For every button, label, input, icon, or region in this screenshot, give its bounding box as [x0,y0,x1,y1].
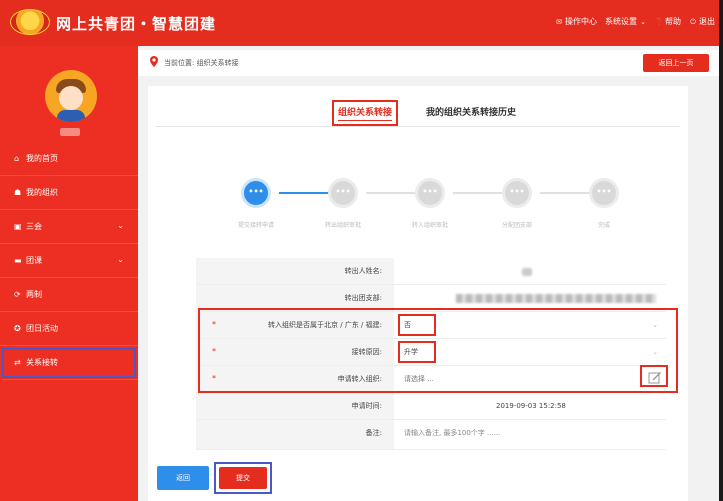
sidebar-item-two-systems[interactable]: ⟳ 两制 [0,278,138,312]
redacted-name [522,268,532,276]
step-submit-application: ••• 提交接转申请 [216,178,296,229]
required-fields-highlight [198,308,678,393]
sidebar-item-home[interactable]: ⌂ 我的首页 [0,142,138,176]
sidebar-item-label: 团日活动 [26,324,58,333]
folder-icon: ▬ [14,256,22,265]
avatar-face [59,86,83,110]
mail-icon: ✉ [556,17,562,26]
sidebar-item-lessons[interactable]: ▬ 团课 ⌄ [0,244,138,278]
sidebar-item-league-day[interactable]: ✪ 团日活动 [0,312,138,346]
tab-transfer-history[interactable]: 我的组织关系转接历史 [422,100,520,126]
reason-value-highlight [398,341,436,363]
sidebar-item-transfer[interactable]: ⇄ 关系接转 [0,346,138,380]
step-label: 转出组织审批 [324,222,361,229]
chevron-down-icon: ⌄ [117,221,124,230]
step-label: 完成 [597,222,610,229]
sidebar-item-label: 团课 [26,256,42,265]
step-dots-icon: ••• [241,178,271,208]
list-icon: ▣ [14,222,22,231]
step-dots-icon: ••• [415,178,445,208]
breadcrumb-bar: 当前位置: 组织关系转接 返回上一页 [138,50,723,76]
sidebar-item-label: 关系接转 [26,358,58,367]
window-edge [719,0,723,501]
avatar-body [57,110,85,122]
power-icon: ⏻ [690,17,696,26]
league-logo-icon [10,9,50,35]
step-complete: ••• 完成 [564,178,644,229]
help-link[interactable]: ❓ 帮助 [655,16,681,27]
region-value-highlight [398,314,436,336]
note-label: 备注: [196,420,394,449]
sidebar-nav: ⌂ 我的首页 ☗ 我的组织 ▣ 三会 ⌄ ▬ 团课 ⌄ ⟳ 两制 ✪ 团日活动 … [0,142,138,380]
people-icon: ☗ [14,188,22,197]
edit-icon [648,372,661,384]
step-out-org-approval: ••• 转出组织审批 [303,178,383,229]
progress-steps: ••• 提交接转申请 ••• 转出组织审批 ••• 转入组织审批 ••• 分配团… [226,178,626,238]
redacted-branch [456,294,656,303]
apply-time-label: 申请时间: [196,393,394,419]
ops-center-label: 操作中心 [565,17,597,26]
breadcrumb: 当前位置: 组织关系转接 [164,59,239,67]
step-label: 转入组织审批 [411,222,448,229]
refresh-icon: ⟳ [14,290,21,299]
chevron-down-icon: ⌄ [640,17,646,26]
form-row-time: 申请时间: 2019-09-03 15:2:58 [196,393,666,420]
avatar-username-redacted [60,128,80,136]
step-dots-icon: ••• [328,178,358,208]
top-header: 网上共青团・智慧团建 ✉ 操作中心 系统设置 ⌄ ❓ 帮助 ⏻ 退出 [0,0,723,46]
tab-divider [156,126,680,127]
back-to-previous-button[interactable]: 返回上一页 [643,54,709,72]
note-textarea[interactable]: 请输入备注, 最多100个字 ...... [404,420,500,449]
main-card: 组织关系转接 我的组织关系转接历史 ••• 提交接转申请 ••• 转出组织审批 … [148,86,688,501]
location-pin-icon [150,56,158,67]
form-row-out-person: 转出人姓名: [196,258,666,285]
chevron-down-icon: ⌄ [117,255,124,264]
sidebar-item-label: 我的首页 [26,154,58,163]
ops-center-link[interactable]: ✉ 操作中心 [555,16,597,27]
select-org-button[interactable] [640,365,668,387]
form-row-note: 备注: 请输入备注, 最多100个字 ...... [196,420,666,450]
system-settings-link[interactable]: 系统设置 ⌄ [605,16,647,27]
help-icon: ❓ [655,17,664,26]
activity-icon: ✪ [14,324,21,333]
apply-time-value: 2019-09-03 15:2:58 [496,402,566,410]
tab-org-transfer[interactable]: 组织关系转接 [332,100,399,126]
logout-label: 退出 [699,17,715,26]
sidebar-item-my-org[interactable]: ☗ 我的组织 [0,176,138,210]
sidebar-item-meetings[interactable]: ▣ 三会 ⌄ [0,210,138,244]
sidebar-item-label: 三会 [26,222,42,231]
step-assign-branch: ••• 分配团支部 [477,178,557,229]
transfer-icon: ⇄ [14,358,21,367]
out-person-label: 转出人姓名: [196,258,394,284]
top-links: ✉ 操作中心 系统设置 ⌄ ❓ 帮助 ⏻ 退出 [555,16,715,27]
system-settings-label: 系统设置 [605,17,637,26]
sidebar-item-label: 我的组织 [26,188,58,197]
logout-link[interactable]: ⏻ 退出 [689,16,715,27]
step-label: 提交接转申请 [237,222,274,229]
back-button[interactable]: 返回 [157,466,209,490]
sidebar: ⌂ 我的首页 ☗ 我的组织 ▣ 三会 ⌄ ▬ 团课 ⌄ ⟳ 两制 ✪ 团日活动 … [0,46,138,501]
avatar[interactable] [45,70,97,122]
step-label: 分配团支部 [501,222,532,229]
step-dots-icon: ••• [502,178,532,208]
app-title: 网上共青团・智慧团建 [56,15,217,33]
submit-button[interactable]: 提交 [219,467,267,489]
submit-button-highlight: 提交 [214,462,272,494]
step-in-org-approval: ••• 转入组织审批 [390,178,470,229]
sidebar-item-label: 两制 [26,290,42,299]
step-dots-icon: ••• [589,178,619,208]
home-icon: ⌂ [14,154,20,163]
help-label: 帮助 [665,17,681,26]
